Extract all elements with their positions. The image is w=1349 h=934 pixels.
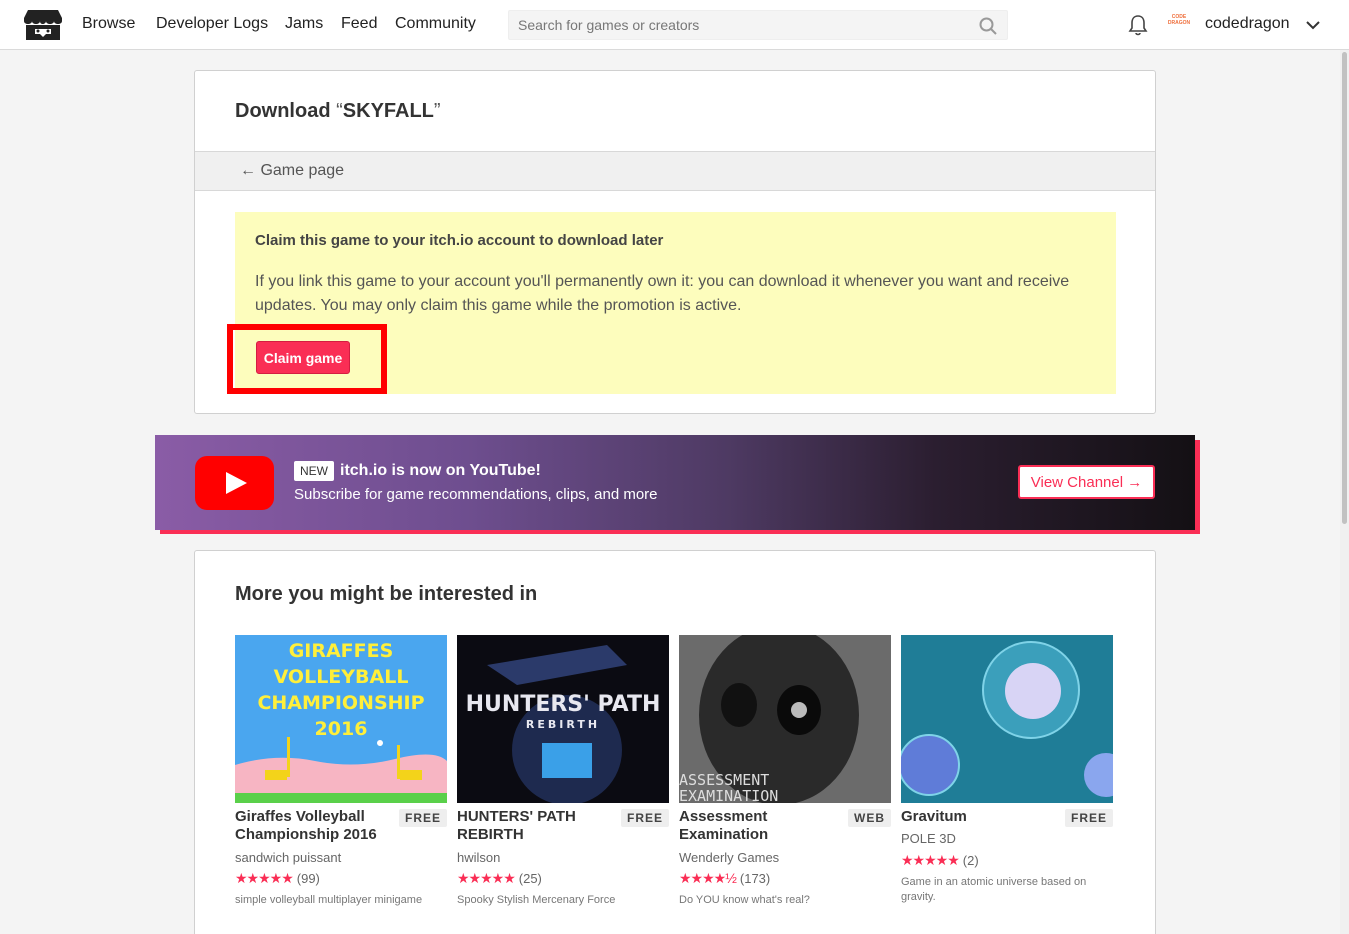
search-icon[interactable] [979,17,997,35]
avatar[interactable]: CODE DRAGON [1166,14,1192,36]
game-author[interactable]: Wenderly Games [679,850,779,865]
view-channel-button[interactable]: View Channel → [1018,465,1155,499]
price-badge: WEB [848,809,891,827]
notice-body: If you link this game to your account yo… [255,273,1070,314]
game-author[interactable]: sandwich puissant [235,850,341,865]
game-card: Gravitum FREE POLE 3D ★★★★★ (2) Game in a… [901,635,1113,934]
game-author[interactable]: hwilson [457,850,500,865]
thumb-line: VOLLEYBALL [274,666,409,688]
rating-count: (173) [739,871,771,886]
recommendations-heading: More you might be interested in [235,583,538,605]
username[interactable]: codedragon [1205,15,1290,33]
banner-title: itch.io is now on YouTube! [340,462,541,479]
thumb-line: EXAMINATION [679,787,778,803]
youtube-banner[interactable]: NEW itch.io is now on YouTube! Subscribe… [155,435,1195,530]
search-box [508,10,1008,40]
thumb-line: REBIRTH [526,718,600,731]
nav-community[interactable]: Community [395,15,476,33]
price-badge: FREE [620,809,669,827]
star-rating: ★★★★½ (173) [679,870,771,886]
claim-game-button[interactable]: Claim game [256,341,350,374]
download-panel: Download “SKYFALL” ← Game page Claim thi… [194,70,1156,414]
game-card: HUNTERS' PATH REBIRTH HUNTERS' PATH REBI… [457,635,669,934]
page-title: Download “SKYFALL” [235,100,441,122]
price-badge: FREE [398,809,447,827]
rating-count: (99) [296,871,320,886]
game-thumbnail-giraffes[interactable]: GIRAFFES VOLLEYBALL CHAMPIONSHIP 2016 [235,635,447,803]
back-to-game-page-link[interactable]: ← Game page [240,162,344,180]
star-rating: ★★★★★ (25) [457,870,542,886]
game-description: Spooky Stylish Mercenary Force [457,894,616,906]
game-card: GIRAFFES VOLLEYBALL CHAMPIONSHIP 2016 Gi… [235,635,447,934]
game-title[interactable]: Gravitum [901,808,1051,826]
scrollbar-thumb[interactable] [1342,52,1347,524]
game-description: Game in an atomic universe based on grav… [901,876,1087,903]
game-title[interactable]: HUNTERS' PATH REBIRTH [457,808,607,844]
notifications-bell-icon[interactable] [1128,14,1148,36]
nav-feed[interactable]: Feed [341,15,377,33]
nav-browse[interactable]: Browse [82,15,135,33]
game-description: simple volleyball multiplayer minigame [235,894,423,906]
recommendations-panel: More you might be interested in GIRAFFES… [194,550,1156,934]
site-header: Browse Developer Logs Jams Feed Communit… [0,0,1349,50]
game-card: ASSESSMENT EXAMINATION Assessment Examin… [679,635,891,934]
game-thumbnail-assessment[interactable]: ASSESSMENT EXAMINATION [679,635,891,803]
thumb-line: CHAMPIONSHIP [257,692,424,714]
thumb-line: GIRAFFES [289,640,394,662]
nav-jams[interactable]: Jams [285,15,323,33]
game-title[interactable]: Assessment Examination [679,808,829,844]
chevron-down-icon[interactable] [1305,17,1321,33]
search-input[interactable] [509,11,969,39]
notice-title: Claim this game to your itch.io account … [255,232,664,249]
star-rating: ★★★★★ (2) [901,852,979,868]
youtube-icon [195,456,274,510]
rating-count: (25) [518,871,542,886]
game-thumbnail-gravitum[interactable] [901,635,1113,803]
new-badge: NEW [294,461,334,481]
game-thumbnail-hunters-path[interactable]: HUNTERS' PATH REBIRTH [457,635,669,803]
star-rating: ★★★★★ (99) [235,870,320,886]
nav-developer-logs[interactable]: Developer Logs [156,15,268,33]
game-title[interactable]: Giraffes Volleyball Championship 2016 [235,808,385,844]
thumb-line: 2016 [315,718,368,740]
game-name: SKYFALL [342,100,434,122]
rating-count: (2) [962,853,979,868]
itchio-logo-icon[interactable] [24,8,62,42]
game-author[interactable]: POLE 3D [901,831,956,846]
thumb-line: HUNTERS' PATH [466,692,661,717]
game-description: Do YOU know what's real? [679,894,810,906]
sub-navigation: ← Game page [195,151,1155,191]
price-badge: FREE [1064,809,1113,827]
banner-subtitle: Subscribe for game recommendations, clip… [294,486,658,503]
